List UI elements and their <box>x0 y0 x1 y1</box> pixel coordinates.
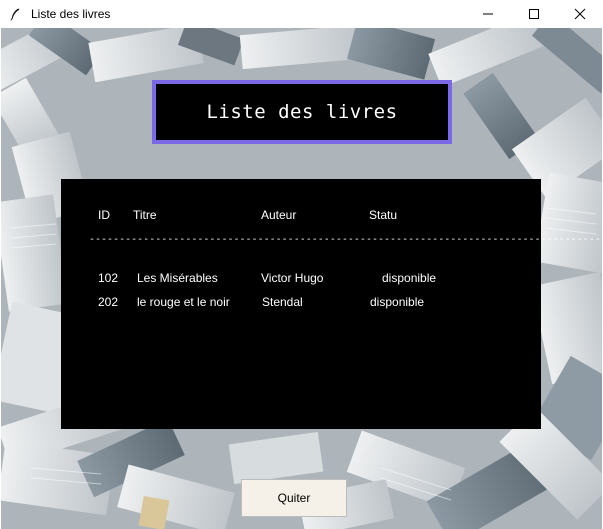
header-author: Auteur <box>261 208 297 222</box>
header-status: Statu <box>369 208 398 222</box>
row-id: 102 <box>98 271 119 285</box>
window-title: Liste des livres <box>31 7 111 21</box>
page-title: Liste des livres <box>206 101 398 123</box>
row-author: Victor Hugo <box>261 271 324 285</box>
close-button[interactable] <box>557 0 603 28</box>
feather-icon <box>8 7 22 21</box>
row-title: le rouge et le noir <box>137 295 230 309</box>
maximize-button[interactable] <box>511 0 557 28</box>
app-window: Liste des livres Liste des livres ID Tit… <box>0 0 603 529</box>
row-id: 202 <box>98 295 119 309</box>
row-author: Stendal <box>262 295 303 309</box>
header-title: Titre <box>133 208 157 222</box>
minimize-button[interactable] <box>465 0 511 28</box>
banner-title-box: Liste des livres <box>152 80 452 144</box>
header-separator: ----------------------------------------… <box>89 234 603 245</box>
book-list-panel: ID Titre Auteur Statu ------------------… <box>61 179 603 429</box>
minimize-icon <box>483 13 493 15</box>
row-status: disponible <box>382 271 437 285</box>
maximize-icon <box>529 9 539 19</box>
close-icon <box>574 8 586 20</box>
title-bar[interactable]: Liste des livres <box>0 0 603 28</box>
window-controls <box>465 0 603 28</box>
row-status: disponible <box>370 295 425 309</box>
quit-button[interactable]: Quiter <box>241 479 347 517</box>
row-title: Les Misérables <box>137 271 218 285</box>
header-id: ID <box>98 208 110 222</box>
